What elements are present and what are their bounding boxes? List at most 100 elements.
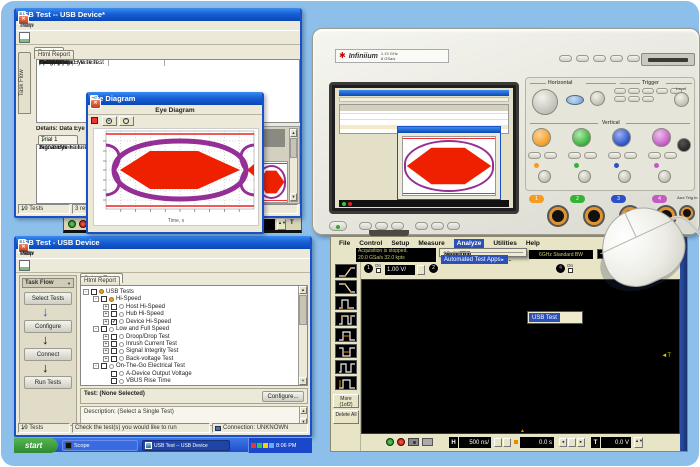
expand-icon[interactable]: + xyxy=(103,341,109,347)
expand-icon[interactable]: + xyxy=(103,356,109,362)
spinner-down-icon[interactable]: ▼ xyxy=(282,220,286,225)
checkbox[interactable] xyxy=(101,363,107,369)
tray-icon[interactable] xyxy=(263,443,268,448)
menu-help[interactable]: Help xyxy=(20,250,33,257)
tree-item-checked[interactable]: +✓Device Hi-Speed xyxy=(83,318,296,325)
html-report-icon[interactable] xyxy=(19,32,30,43)
checkbox[interactable] xyxy=(101,326,107,332)
delete-all-button[interactable]: Delete All xyxy=(333,410,359,424)
checkbox[interactable] xyxy=(111,356,117,362)
tree-item[interactable]: +Inrush Current Test xyxy=(83,340,296,347)
expand-icon[interactable]: + xyxy=(103,304,109,310)
menu-file[interactable]: File xyxy=(339,240,350,247)
delay-center-button[interactable] xyxy=(568,438,576,447)
checkbox[interactable] xyxy=(91,289,97,295)
ch1-on-toggle[interactable]: On xyxy=(375,263,381,273)
h-scale-field[interactable]: 500 ns/ xyxy=(459,437,491,448)
menu-help[interactable]: Help xyxy=(20,22,33,29)
frequency-measure-button[interactable] xyxy=(335,312,357,326)
tray-icon[interactable] xyxy=(269,443,274,448)
tree-item[interactable]: +Host Hi-Speed xyxy=(83,303,296,310)
scale-spinner[interactable]: ▲▼ xyxy=(277,219,286,230)
scroll-down-icon[interactable]: ▼ xyxy=(299,377,307,385)
menu-item-automated-test-apps[interactable]: Automated Test Apps ► xyxy=(441,255,508,264)
checkbox[interactable] xyxy=(111,334,117,340)
vamp-measure-button[interactable] xyxy=(335,376,357,390)
checkbox[interactable] xyxy=(111,378,117,384)
scroll-up-icon[interactable]: ▲ xyxy=(299,286,307,294)
tray-icon[interactable] xyxy=(257,443,262,448)
eye-titlebar[interactable]: Eye Diagram _ ▢ ✕ xyxy=(88,92,262,105)
more-measurements-button[interactable]: More (1of2) xyxy=(333,394,359,408)
scroll-down-icon[interactable]: ▼ xyxy=(290,193,297,201)
tray-icon[interactable] xyxy=(251,443,256,448)
ch2-button[interactable]: 2 xyxy=(429,264,438,273)
tab-html-report[interactable]: Html Report xyxy=(34,50,74,59)
checkbox[interactable] xyxy=(111,304,117,310)
taskbar-item-usb-test[interactable]: USB Test -- USB Device xyxy=(142,440,230,451)
tree-item[interactable]: -Hi-Speed xyxy=(83,295,296,302)
checkbox[interactable] xyxy=(111,311,117,317)
expand-icon[interactable]: - xyxy=(93,326,99,332)
ch1-button[interactable]: 1 xyxy=(364,264,373,273)
checkbox-checked[interactable]: ✓ xyxy=(111,319,117,325)
ch4-button[interactable]: 4 xyxy=(556,264,565,273)
tab-html-report[interactable]: Html Report xyxy=(80,276,120,285)
trial-tab[interactable]: ✓ Trial 1 xyxy=(38,135,78,144)
h-pan-button[interactable] xyxy=(503,438,511,447)
tree-item[interactable]: +Hub Hi-Speed xyxy=(83,310,296,317)
neg-width-measure-button[interactable] xyxy=(335,344,357,358)
scroll-up-icon[interactable]: ▲ xyxy=(290,129,297,137)
scroll-thumb[interactable] xyxy=(290,138,297,158)
ch4-on-toggle[interactable]: On xyxy=(567,263,573,273)
html-report-icon[interactable] xyxy=(19,260,30,271)
expand-icon[interactable]: + xyxy=(103,319,109,325)
expand-icon[interactable]: - xyxy=(83,289,89,295)
trigger-level-marker[interactable]: ◄T xyxy=(661,353,671,359)
menu-utilities[interactable]: Utilities xyxy=(493,240,516,247)
tree-item[interactable]: -USB Tests xyxy=(83,288,296,295)
rise-time-measure-button[interactable] xyxy=(335,264,357,278)
expand-icon[interactable]: + xyxy=(103,348,109,354)
expand-icon[interactable]: - xyxy=(93,296,99,302)
tree-item[interactable]: -Low and Full Speed xyxy=(83,325,296,332)
print-icon[interactable] xyxy=(422,438,433,446)
period-measure-button[interactable] xyxy=(335,296,357,310)
ch1-scale-spinner[interactable] xyxy=(417,265,425,275)
menu-analyze-active[interactable]: Analyze xyxy=(454,239,485,248)
menu-measure[interactable]: Measure xyxy=(418,240,444,247)
delay-field[interactable]: 0.0 s xyxy=(520,437,554,448)
menu-help[interactable]: Help xyxy=(526,240,540,247)
duty-cycle-measure-button[interactable] xyxy=(335,360,357,374)
expand-icon[interactable]: + xyxy=(103,334,109,340)
scroll-up-icon[interactable]: ▲ xyxy=(300,407,307,414)
run-button[interactable] xyxy=(68,220,76,228)
tree-item[interactable]: VBUS Rise Time xyxy=(83,378,296,385)
menu-setup[interactable]: Setup xyxy=(391,240,409,247)
zoom-out-button[interactable]: − xyxy=(119,116,134,126)
task-flow-header[interactable]: Task Flow ▼ xyxy=(22,278,74,288)
scrollbar[interactable]: ▲ ▼ xyxy=(289,128,298,202)
delay-left-button[interactable]: ◄ xyxy=(559,438,567,447)
expand-icon[interactable]: + xyxy=(103,311,109,317)
select-titlebar[interactable]: USB Test - USB Device _ ▢ ✕ xyxy=(16,236,310,249)
menu-control[interactable]: Control xyxy=(359,240,382,247)
configure-button[interactable]: Configure... xyxy=(262,391,304,402)
tree-item[interactable]: -On-The-Go Electrical Test xyxy=(83,363,296,370)
scroll-thumb[interactable] xyxy=(299,295,307,325)
expand-icon[interactable]: - xyxy=(93,363,99,369)
step-run-tests[interactable]: Run Tests xyxy=(24,376,72,389)
submenu-item-usb-test[interactable]: USB Test xyxy=(529,313,560,322)
checkbox[interactable] xyxy=(111,371,117,377)
tree-item[interactable]: +Signal Integrity Test xyxy=(83,348,296,355)
task-flow-side-tab[interactable]: Task Flow xyxy=(18,52,31,114)
results-titlebar[interactable]: USB Test -- USB Device* _ ▢ ✕ xyxy=(16,8,300,21)
tree-scrollbar[interactable]: ▲ ▼ xyxy=(298,286,307,385)
pos-width-measure-button[interactable] xyxy=(335,328,357,342)
screenshot-camera-icon[interactable] xyxy=(408,438,419,446)
trigger-level-field[interactable]: 0.0 V xyxy=(601,437,631,448)
checkbox[interactable] xyxy=(111,341,117,347)
ch1-scale-field[interactable]: 1.00 V/ xyxy=(385,265,415,275)
taskbar-item-scope[interactable]: Scope xyxy=(62,440,138,451)
checkbox[interactable] xyxy=(111,348,117,354)
